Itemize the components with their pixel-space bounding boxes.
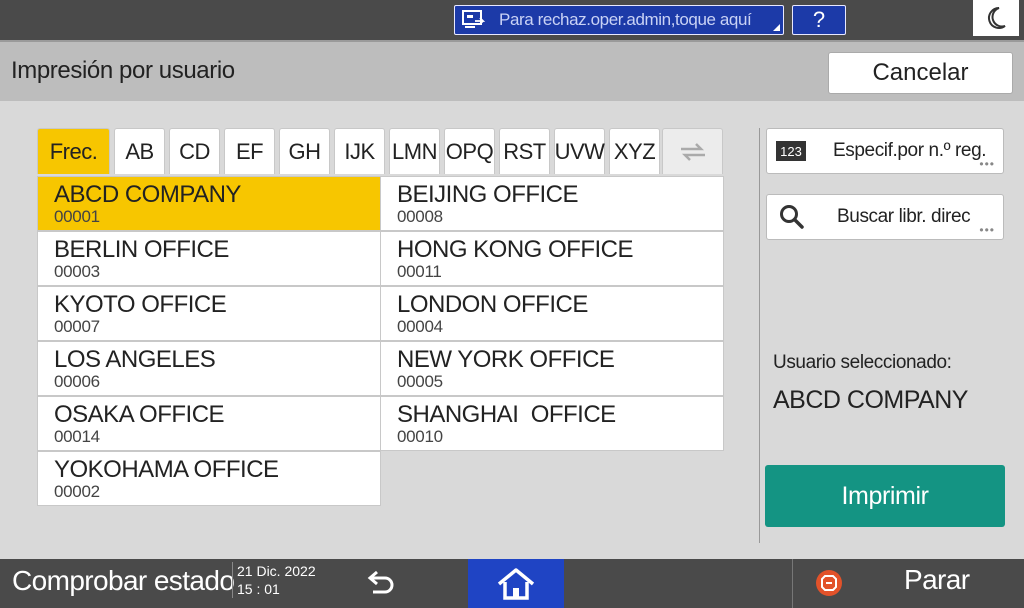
- home-icon: [497, 567, 535, 600]
- selected-user-value: ABCD COMPANY: [773, 386, 968, 414]
- user-entry-name: BERLIN OFFICE: [54, 236, 229, 263]
- user-entry-number: 00010: [397, 427, 443, 446]
- admin-operation-button[interactable]: Para rechaz.oper.admin,toque aquí: [454, 5, 784, 35]
- back-arrow-icon: [367, 570, 394, 594]
- cancel-button[interactable]: Cancelar: [828, 52, 1013, 94]
- user-entry-hong-kong-office[interactable]: HONG KONG OFFICE 00011: [380, 231, 724, 286]
- more-dots-icon: •••: [979, 157, 995, 171]
- user-entry-osaka-office[interactable]: OSAKA OFFICE 00014: [37, 396, 381, 451]
- registration-number-icon: 123: [776, 141, 806, 161]
- date-time: 21 Dic. 2022 15 : 01: [232, 562, 316, 598]
- user-entry-number: 00001: [54, 207, 100, 226]
- tab-xyz[interactable]: XYZ: [609, 128, 660, 174]
- search-icon: [779, 204, 805, 230]
- user-entry-london-office[interactable]: LONDON OFFICE 00004: [380, 286, 724, 341]
- home-button[interactable]: [468, 559, 564, 608]
- more-dots-icon: •••: [979, 223, 995, 237]
- user-entry-number: 00006: [54, 372, 100, 391]
- page-title: Impresión por usuario: [11, 57, 235, 84]
- stop-button[interactable]: Parar: [904, 564, 970, 596]
- tab-cd[interactable]: CD: [169, 128, 220, 174]
- user-entry-berlin-office[interactable]: BERLIN OFFICE 00003: [37, 231, 381, 286]
- user-entry-number: 00011: [397, 262, 442, 281]
- tab-uvw[interactable]: UVW: [554, 128, 605, 174]
- user-entry-name: ABCD COMPANY: [54, 181, 241, 208]
- date-text: 21 Dic. 2022: [237, 563, 316, 579]
- moon-icon: [988, 7, 1006, 29]
- user-entry-number: 00003: [54, 262, 100, 281]
- user-entry-name: OSAKA OFFICE: [54, 401, 225, 428]
- user-entry-number: 00007: [54, 317, 100, 336]
- tab-opq[interactable]: OPQ: [444, 128, 495, 174]
- admin-screen-icon: [459, 6, 489, 34]
- help-button[interactable]: ?: [792, 5, 846, 35]
- search-address-book-button[interactable]: Buscar libr. direc •••: [766, 194, 1004, 240]
- panel-divider: [759, 128, 760, 543]
- user-entry-los-angeles[interactable]: LOS ANGELES 00006: [37, 341, 381, 396]
- switch-view-button[interactable]: [662, 128, 723, 174]
- user-entry-name: YOKOHAMA OFFICE: [54, 456, 279, 483]
- specify-by-registration-button[interactable]: 123 Especif.por n.º reg. •••: [766, 128, 1004, 174]
- user-entry-name: NEW YORK OFFICE: [397, 346, 615, 373]
- user-entry-kyoto-office[interactable]: KYOTO OFFICE 00007: [37, 286, 381, 341]
- user-entry-name: BEIJING OFFICE: [397, 181, 579, 208]
- tab-ijk[interactable]: IJK: [334, 128, 385, 174]
- user-entry-name: HONG KONG OFFICE: [397, 236, 634, 263]
- user-entry-number: 00008: [397, 207, 443, 226]
- stop-icon[interactable]: [815, 569, 843, 597]
- user-entry-shanghai-office[interactable]: SHANGHAI OFFICE 00010: [380, 396, 724, 451]
- tab-ab[interactable]: AB: [114, 128, 165, 174]
- check-status-button[interactable]: Comprobar estado: [12, 565, 235, 597]
- admin-operation-text: Para rechaz.oper.admin,toque aquí: [499, 10, 752, 29]
- tab-ef[interactable]: EF: [224, 128, 275, 174]
- user-entry-number: 00014: [54, 427, 100, 446]
- bottom-divider: [792, 559, 793, 608]
- back-button[interactable]: [358, 565, 402, 601]
- time-text: 15 : 01: [237, 581, 280, 597]
- energy-saver-button[interactable]: [973, 0, 1019, 36]
- specify-by-registration-label: Especif.por n.º reg.: [833, 140, 987, 161]
- user-entry-name: LOS ANGELES: [54, 346, 216, 373]
- user-entry-name: KYOTO OFFICE: [54, 291, 227, 318]
- swap-arrows-icon: [680, 142, 705, 161]
- user-entry-yokohama-office[interactable]: YOKOHAMA OFFICE 00002: [37, 451, 381, 506]
- user-entry-number: 00004: [397, 317, 443, 336]
- bottom-bar: Comprobar estado 21 Dic. 2022 15 : 01 Pa…: [0, 559, 1024, 608]
- user-entry-name: LONDON OFFICE: [397, 291, 588, 318]
- tab-lmn[interactable]: LMN: [389, 128, 440, 174]
- tab-gh[interactable]: GH: [279, 128, 330, 174]
- user-entry-number: 00002: [54, 482, 100, 501]
- user-entry-beijing-office[interactable]: BEIJING OFFICE 00008: [380, 176, 724, 231]
- top-bar: Para rechaz.oper.admin,toque aquí ?: [0, 0, 1024, 40]
- tab-rst[interactable]: RST: [499, 128, 550, 174]
- user-entry-number: 00005: [397, 372, 443, 391]
- tab-frequent[interactable]: Frec.: [37, 128, 110, 174]
- user-entry-name: SHANGHAI OFFICE: [397, 401, 616, 428]
- user-entry-new-york-office[interactable]: NEW YORK OFFICE 00005: [380, 341, 724, 396]
- index-tabs: Frec. AB CD EF GH IJK LMN OPQ RST UVW XY…: [37, 128, 727, 174]
- expand-corner-icon: [773, 24, 780, 31]
- print-button[interactable]: Imprimir: [765, 465, 1005, 527]
- user-entry-abcd-company[interactable]: ABCD COMPANY 00001: [37, 176, 381, 231]
- selected-user-label: Usuario seleccionado:: [773, 352, 952, 373]
- title-bar: Impresión por usuario Cancelar: [0, 40, 1024, 101]
- search-address-book-label: Buscar libr. direc: [837, 206, 971, 227]
